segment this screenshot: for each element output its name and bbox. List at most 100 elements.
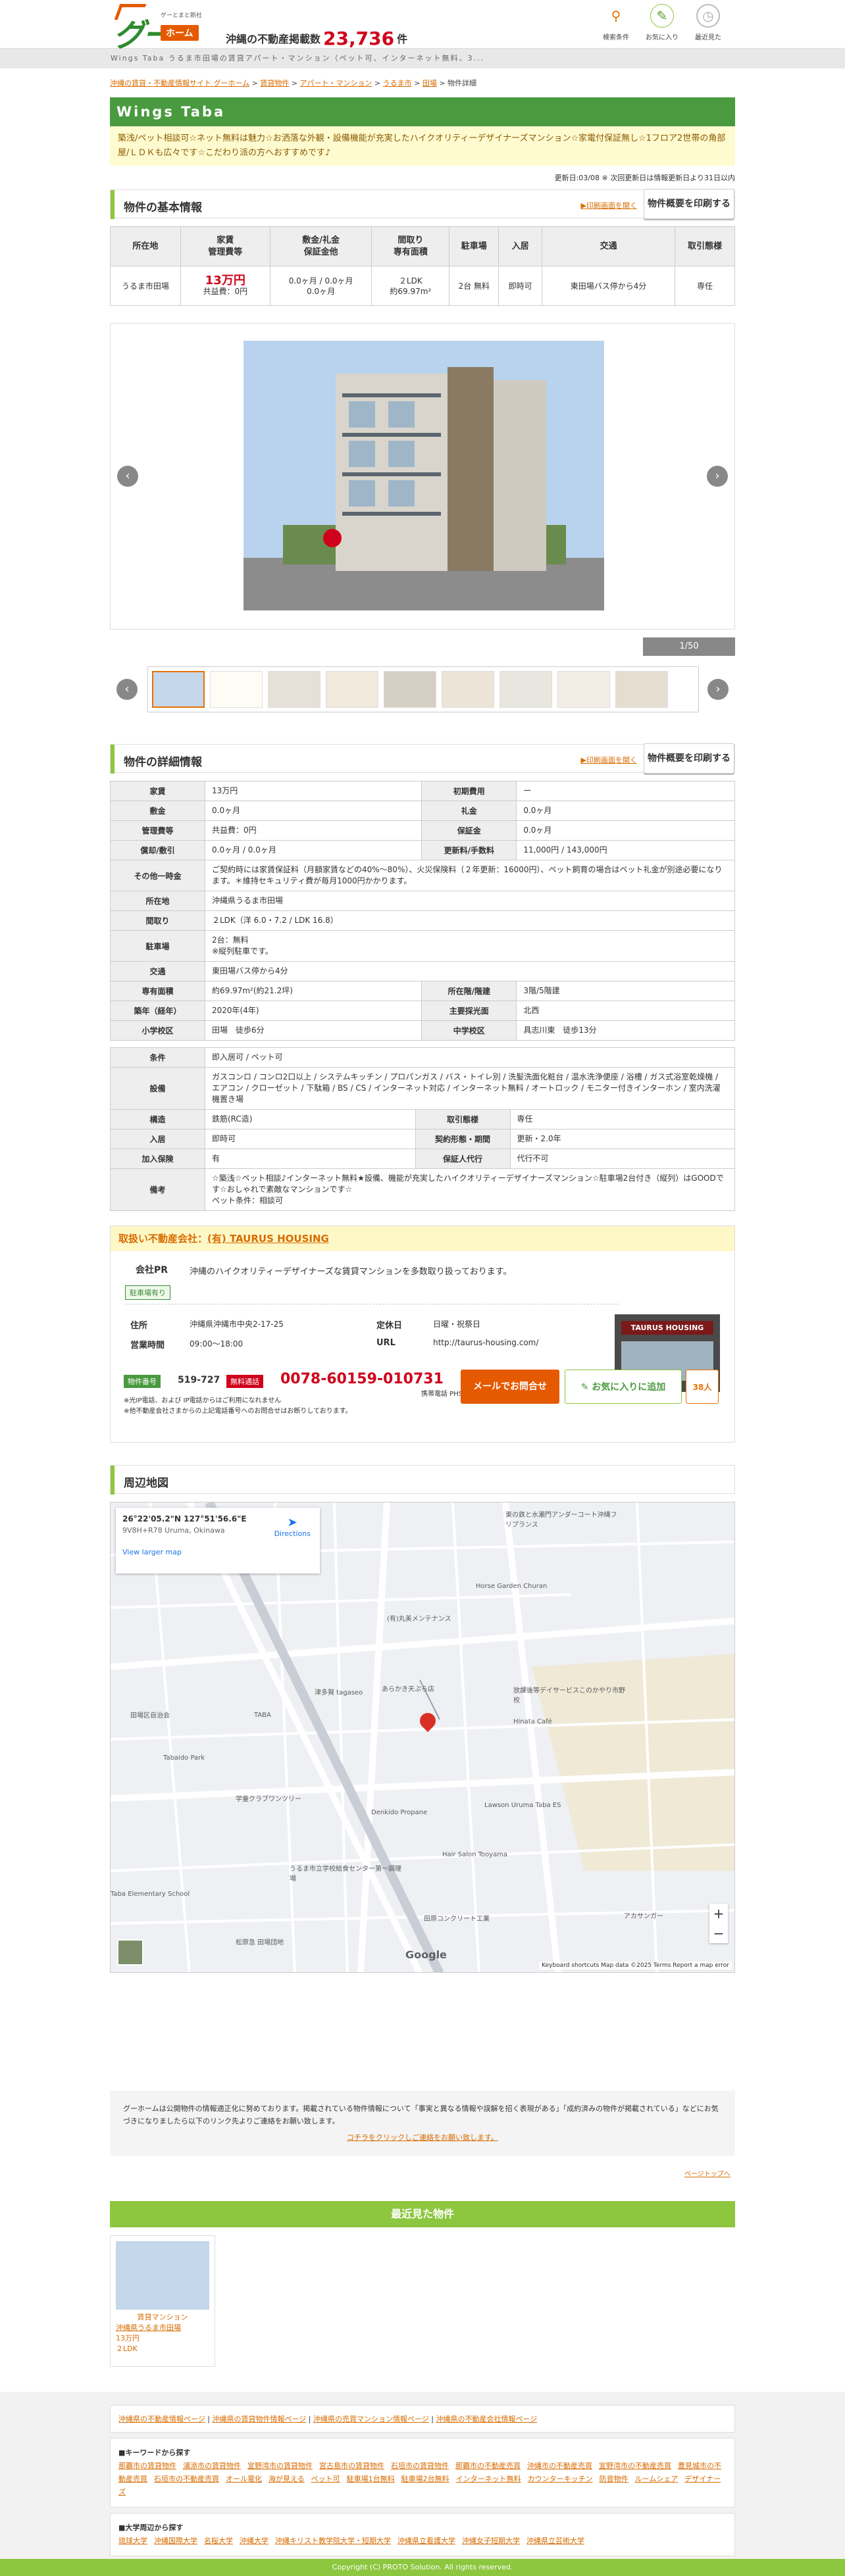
keyword-link[interactable]: インターネット無料 xyxy=(456,2475,521,2483)
print-button[interactable]: 物件概要を印刷する xyxy=(644,743,734,774)
keyword-link[interactable]: 沖縄市の不動産売買 xyxy=(527,2462,592,2470)
main-photo[interactable] xyxy=(243,341,604,610)
page-top-link[interactable]: ページトップへ xyxy=(684,2171,730,2178)
cell-move-in: 即時可 xyxy=(498,266,543,306)
keyword-link[interactable]: 那覇市の不動産売買 xyxy=(455,2462,521,2470)
id-label: 物件番号 xyxy=(124,1375,161,1388)
thumbnail[interactable] xyxy=(268,671,320,708)
area-map[interactable]: 東の鉄と水瀬門アンダーコート沖縄フリプランス Horse Garden Chura… xyxy=(110,1502,735,1973)
keyword-link[interactable]: 宜野湾市の賃貸物件 xyxy=(247,2462,313,2470)
keyword-link[interactable]: カウンターキッチン xyxy=(528,2475,593,2483)
add-favorite-button[interactable]: ✎ お気に入りに追加 xyxy=(565,1370,682,1404)
property-id: 519-727 xyxy=(178,1375,220,1385)
footer-link[interactable]: 沖縄県の賃貸物件情報ページ xyxy=(212,2415,306,2423)
zoom-in-icon[interactable]: + xyxy=(709,1904,728,1923)
keyword-link[interactable]: 海が見える xyxy=(269,2475,305,2483)
footer-link[interactable]: 沖縄県の不動産情報ページ xyxy=(118,2415,205,2423)
keyword-link[interactable]: 浦添市の賃貸物件 xyxy=(183,2462,241,2470)
detail-row: 管理費等 共益費：0円 保証金 0.0ヶ月 xyxy=(110,820,735,841)
zoom-controls[interactable]: + − xyxy=(709,1904,728,1943)
map-label: Lawson Uruma Taba ES xyxy=(484,1802,561,1809)
favorites-button[interactable]: ✎ お気に入り xyxy=(642,4,682,46)
zoom-out-icon[interactable]: − xyxy=(709,1923,728,1943)
recent-card[interactable]: 賃貸マンション 沖縄県うるま市田場 13万円 ２LDK xyxy=(110,2235,215,2367)
thumbnail[interactable] xyxy=(384,671,436,708)
keyword-link[interactable]: 宮古島市の賃貸物件 xyxy=(319,2462,384,2470)
th-layout: 間取り 専有面積 xyxy=(371,226,450,266)
keyword-link[interactable]: 那覇市の賃貸物件 xyxy=(118,2462,176,2470)
thumb-prev-button[interactable]: ‹ xyxy=(116,679,138,700)
phone-number[interactable]: 0078-60159-010731 xyxy=(280,1371,444,1387)
thumbnail[interactable] xyxy=(615,671,668,708)
crumb-city[interactable]: うるま市 xyxy=(383,79,412,87)
pr-text: 沖縄のハイクオリティーデザイナーズな賃貸マンションを多数取り扱っております。 xyxy=(190,1267,512,1277)
agent-name-link[interactable]: (有) TAURUS HOUSING xyxy=(207,1233,329,1245)
detail-value: ☆築浅☆ペット相談♪インターネット無料★設備、機能が充実したハイクオリティーデザ… xyxy=(205,1168,735,1211)
footer-link[interactable]: 沖縄県の売買マンション情報ページ xyxy=(313,2415,429,2423)
keyword-link[interactable]: 石垣市の賃貸物件 xyxy=(391,2462,449,2470)
photo-counter: 1/50 xyxy=(643,637,735,656)
recent-name[interactable]: 沖縄県うるま市田場 xyxy=(116,2323,209,2333)
next-photo-button[interactable]: › xyxy=(707,466,728,487)
keyword-link[interactable]: 石垣市の不動産売買 xyxy=(154,2475,219,2483)
detail-key: 契約形態・期間 xyxy=(415,1129,511,1149)
footer-link[interactable]: 沖縄県の不動産会社情報ページ xyxy=(436,2415,537,2423)
university-link[interactable]: 沖縄大学 xyxy=(240,2537,269,2545)
search-conditions-button[interactable]: ⚲ 検索条件 xyxy=(596,4,636,46)
university-link[interactable]: 沖縄国際大学 xyxy=(154,2537,197,2545)
site-logo[interactable]: グー ゲーとまと新社 ホーム xyxy=(113,3,211,54)
keyword-link[interactable]: 防音物件 xyxy=(600,2475,628,2483)
print-link[interactable]: ▶印刷画面を開く xyxy=(581,200,637,211)
url-value[interactable]: http://taurus-housing.com/ xyxy=(433,1338,538,1347)
university-link[interactable]: 名桜大学 xyxy=(204,2537,233,2545)
university-link[interactable]: 琉球大学 xyxy=(118,2537,147,2545)
print-button[interactable]: 物件概要を印刷する xyxy=(644,189,734,219)
thumb-next-button[interactable]: › xyxy=(707,679,729,700)
thumbnail[interactable] xyxy=(442,671,494,708)
print-link[interactable]: ▶印刷画面を開く xyxy=(581,755,637,765)
directions-button[interactable]: ➤ Directions xyxy=(274,1516,311,1538)
update-info: 更新日:03/08 ※ 次回更新日は情報更新日より31日以内 xyxy=(554,174,735,182)
thumbnail[interactable] xyxy=(499,671,552,708)
recent-type: 賃貸マンション xyxy=(137,2313,188,2321)
prev-photo-button[interactable]: ‹ xyxy=(117,466,138,487)
keyword-link[interactable]: オール電化 xyxy=(226,2475,262,2483)
cell-access: 東田場バス停から4分 xyxy=(542,266,676,306)
university-link[interactable]: 沖縄女子短期大学 xyxy=(462,2537,520,2545)
keyword-link[interactable]: 宜野湾市の不動産売買 xyxy=(599,2462,671,2470)
university-link[interactable]: 沖縄県立看護大学 xyxy=(397,2537,455,2545)
university-title: ■大学周辺から探す xyxy=(118,2523,184,2532)
crumb-apartment[interactable]: アパート・マンション xyxy=(300,79,372,87)
detail-value: 即時可 xyxy=(205,1129,416,1149)
report-link[interactable]: コチラをクリックしご連絡をお願い致します。 xyxy=(347,2133,498,2142)
detail-table: 家賃 13万円 初期費用ー敷金 0.0ヶ月 礼金 0.0ヶ月 管理費等 共益費：0円 保証金 0.… xyxy=(110,781,735,1041)
keyword-link[interactable]: 駐車場2台無料 xyxy=(401,2475,449,2483)
university-link[interactable]: 沖縄県立芸術大学 xyxy=(526,2537,584,2545)
detail-key: 初期費用 xyxy=(421,781,517,801)
recent-button[interactable]: ◷ 最近見た xyxy=(688,4,729,46)
crumb-home[interactable]: 沖縄の賃貸・不動産情報サイト グーホーム xyxy=(110,79,249,87)
thumbnail[interactable] xyxy=(326,671,378,708)
map-label: 田原コンクリート工業 xyxy=(424,1916,490,1923)
section-title: 周辺地図 xyxy=(124,1477,168,1490)
keyword-link[interactable]: ペット可 xyxy=(311,2475,340,2483)
thumbnail[interactable] xyxy=(152,671,205,708)
detail-key: 小学校区 xyxy=(110,1020,205,1041)
thumbnail[interactable] xyxy=(210,671,263,708)
thumbnail[interactable] xyxy=(557,671,610,708)
detail-row: 条件 即入居可 / ペット可 xyxy=(110,1047,735,1068)
crumb-area[interactable]: 田場 xyxy=(423,79,437,87)
detail-key: 築年（経年） xyxy=(110,1001,205,1021)
satellite-toggle[interactable] xyxy=(117,1939,143,1966)
mail-inquiry-button[interactable]: メールでお問合せ xyxy=(461,1370,559,1404)
disclaimer: グーホームは公開物件の情報適正化に努めております。掲載されている物件情報について… xyxy=(110,2091,735,2156)
detail-key: 所在地 xyxy=(110,891,205,911)
keyword-link[interactable]: 駐車場1台無料 xyxy=(347,2475,395,2483)
map-label: (有)丸美メンテナンス xyxy=(387,1616,451,1623)
university-link[interactable]: 沖縄キリスト教学院大学・短期大学 xyxy=(275,2537,391,2545)
keyword-link[interactable]: ルームシェア xyxy=(635,2475,679,2483)
crumb-rent[interactable]: 賃貸物件 xyxy=(260,79,289,87)
view-larger-map-link[interactable]: View larger map xyxy=(122,1548,313,1556)
thumbnail-strip: ‹ › xyxy=(110,666,735,712)
detail-row: 加入保険有保証人代行 代行不可 xyxy=(110,1149,736,1169)
